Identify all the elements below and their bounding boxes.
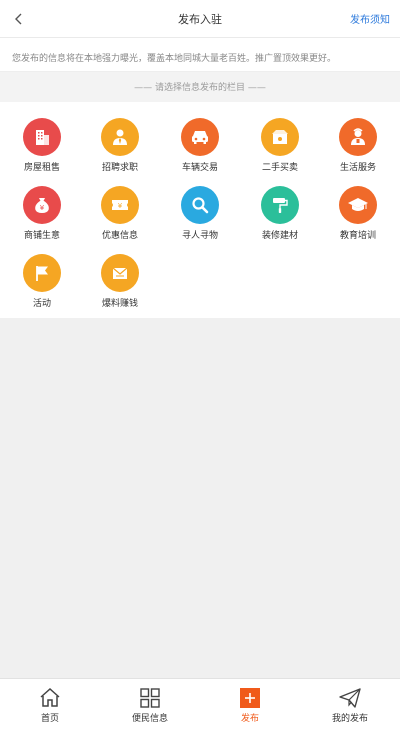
svg-text:¥: ¥ [40,204,45,212]
category-grid: 房屋租售 招聘求职 车辆交易 二手买卖 生活服务 ¥ 商铺生意 ¥ 优惠信息 寻… [0,102,400,318]
tab-label: 发布 [240,714,259,724]
tab-my-posts[interactable]: 我的发布 [300,679,400,730]
tab-label: 首页 [40,714,59,724]
tab-home[interactable]: 首页 [0,679,100,730]
plus-icon [240,688,260,708]
top-bar: 发布入驻 发布须知 [0,0,400,38]
category-label: 教育培训 [339,231,376,241]
category-tip-earn[interactable]: 爆料赚钱 [90,238,150,309]
home-icon [40,687,60,707]
grid-icon [140,688,160,708]
category-label: 装修建材 [261,231,298,241]
category-decoration[interactable]: 装修建材 [250,170,310,241]
tab-convenience-info[interactable]: 便民信息 [100,679,200,730]
bottom-tab-bar: 首页 便民信息 发布 我的发布 [0,678,400,730]
tab-label: 我的发布 [331,714,368,724]
tab-label: 便民信息 [131,714,168,724]
category-label: 活动 [32,299,51,309]
category-events[interactable]: 活动 [12,238,72,309]
paint-roller-icon [261,186,299,224]
category-vehicles[interactable]: 车辆交易 [170,102,230,173]
page-title: 发布入驻 [178,13,222,26]
category-education[interactable]: 教育培训 [328,170,388,241]
section-title: —— 请选择信息发布的栏目 —— [0,72,400,102]
box-icon [261,118,299,156]
category-house-rental[interactable]: 房屋租售 [12,102,72,173]
coupon-icon: ¥ [101,186,139,224]
intro-text: 您发布的信息将在本地强力曝光，覆盖本地同城大量老百姓。推广置顶效果更好。 [0,38,400,72]
category-deals[interactable]: ¥ 优惠信息 [90,170,150,241]
person-tie-icon [101,118,139,156]
building-icon [23,118,61,156]
tab-publish[interactable]: 发布 [200,679,300,730]
car-icon [181,118,219,156]
publish-notice-link[interactable]: 发布须知 [350,11,390,26]
paper-plane-icon [339,688,361,708]
envelope-icon [101,254,139,292]
category-jobs[interactable]: 招聘求职 [90,102,150,173]
category-life-services[interactable]: 生活服务 [328,102,388,173]
magnifier-icon [181,186,219,224]
category-secondhand[interactable]: 二手买卖 [250,102,310,173]
service-person-icon [339,118,377,156]
category-shop-business[interactable]: ¥ 商铺生意 [12,170,72,241]
svg-text:¥: ¥ [118,202,123,210]
category-lost-found[interactable]: 寻人寻物 [170,170,230,241]
category-label: 爆料赚钱 [101,299,138,309]
flag-icon [23,254,61,292]
category-label: 寻人寻物 [181,231,218,241]
money-bag-icon: ¥ [23,186,61,224]
graduation-cap-icon [339,186,377,224]
